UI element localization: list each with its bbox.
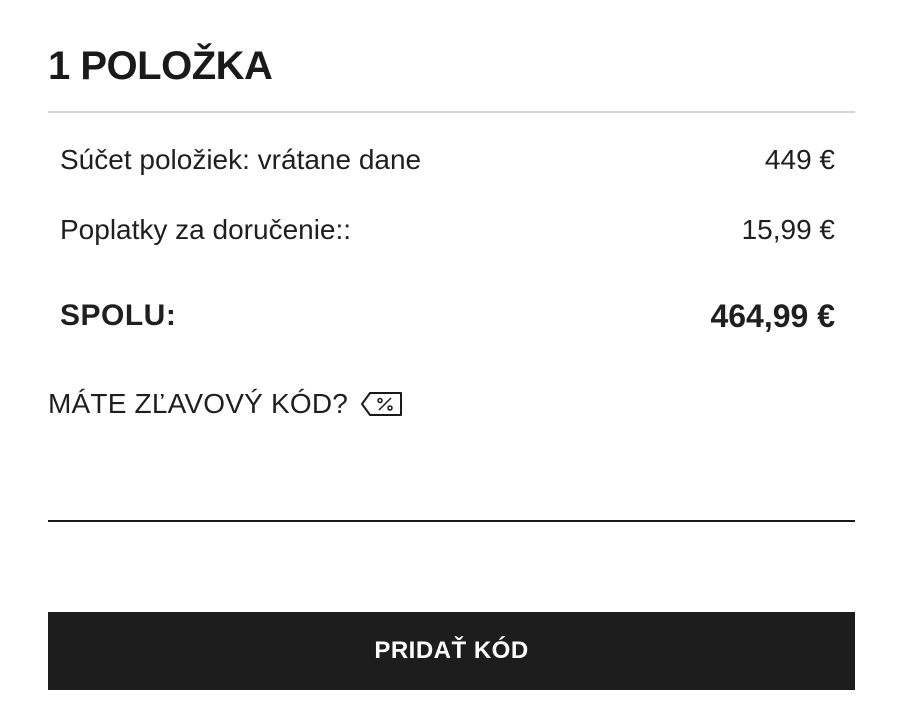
add-code-button[interactable]: PRIDAŤ KÓD (48, 612, 855, 690)
total-label: SPOLU: (60, 299, 177, 332)
order-summary-panel: 1 POLOŽKA Súčet položiek: vrátane dane 4… (48, 0, 855, 728)
discount-tag-icon (360, 390, 404, 418)
discount-code-label: MÁTE ZĽAVOVÝ KÓD? (48, 388, 349, 419)
cart-item-count-heading: 1 POLOŽKA (48, 44, 273, 88)
summary-divider (48, 111, 855, 113)
subtotal-row: Súčet položiek: vrátane dane 449 € (60, 140, 835, 180)
total-row: SPOLU: 464,99 € (60, 294, 835, 338)
shipping-row: Poplatky za doručenie:: 15,99 € (60, 210, 835, 250)
subtotal-label: Súčet položiek: vrátane dane (60, 144, 422, 175)
total-value: 464,99 € (710, 297, 835, 334)
subtotal-value: 449 € (764, 144, 835, 175)
shipping-value: 15,99 € (741, 214, 835, 245)
discount-code-input[interactable] (48, 456, 855, 522)
shipping-label: Poplatky za doručenie:: (60, 214, 352, 245)
discount-code-toggle[interactable]: MÁTE ZĽAVOVÝ KÓD? (48, 384, 404, 424)
